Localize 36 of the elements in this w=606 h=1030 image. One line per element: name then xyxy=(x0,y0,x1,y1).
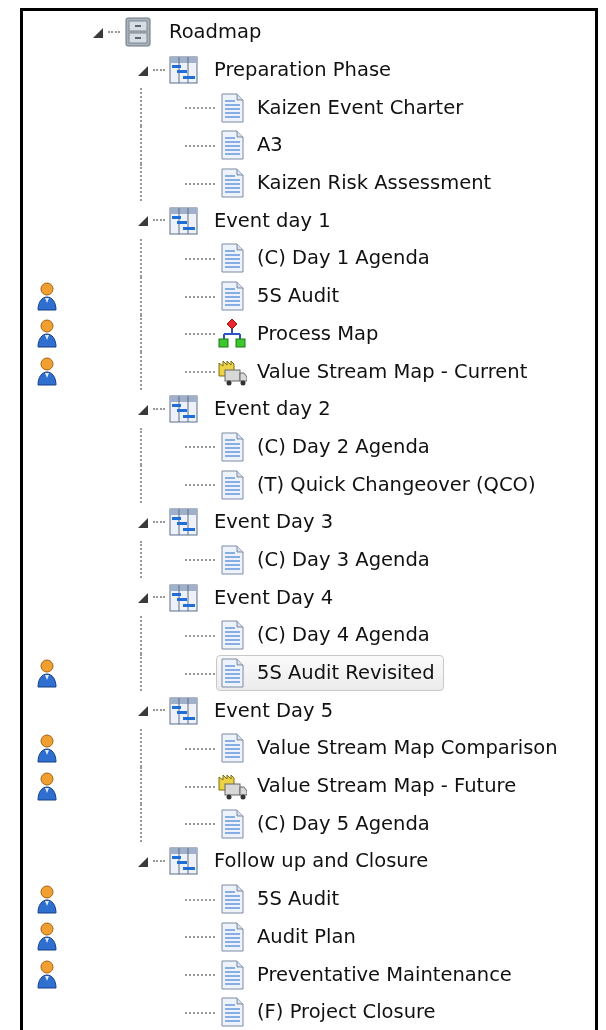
gantt-chart-icon xyxy=(168,694,198,726)
tree-item[interactable]: Event Day 4 xyxy=(167,579,343,616)
tree-item[interactable]: Preventative Maintenance xyxy=(216,956,521,993)
gantt-chart-icon xyxy=(168,581,198,613)
tree-item[interactable]: (C) Day 5 Agenda xyxy=(216,805,439,842)
tree-item[interactable]: (C) Day 1 Agenda xyxy=(216,239,439,276)
flowchart-icon xyxy=(217,317,247,349)
tree-item[interactable]: Event day 1 xyxy=(167,202,340,239)
tree-item[interactable]: (C) Day 2 Agenda xyxy=(216,428,439,465)
gantt-chart-icon xyxy=(168,54,198,86)
tree-item[interactable]: (T) Quick Changeover (QCO) xyxy=(216,466,545,503)
tree-item[interactable]: Audit Plan xyxy=(216,918,365,955)
tree-item[interactable]: 5S Audit xyxy=(216,277,349,314)
tree-item[interactable]: Preparation Phase xyxy=(167,51,401,88)
cabinet-icon xyxy=(123,16,153,48)
tree-item[interactable]: Value Stream Map - Future xyxy=(216,767,526,804)
tree-item[interactable]: Kaizen Risk Assessment xyxy=(216,164,501,201)
tree-item[interactable]: (C) Day 4 Agenda xyxy=(216,616,439,653)
tree-item[interactable]: A3 xyxy=(216,126,292,163)
tree-item[interactable]: Value Stream Map - Current xyxy=(216,353,537,390)
tree-item[interactable]: Value Stream Map Comparison xyxy=(216,729,567,766)
tree-item[interactable]: Follow up and Closure xyxy=(167,842,438,879)
tree-item[interactable]: Process Map xyxy=(216,315,388,352)
gantt-chart-icon xyxy=(168,845,198,877)
tree-item[interactable]: (C) Day 3 Agenda xyxy=(216,541,439,578)
tree-item[interactable]: (F) Project Closure xyxy=(216,993,445,1030)
tree-item[interactable]: 5S Audit xyxy=(216,880,349,917)
gantt-chart-icon xyxy=(168,393,198,425)
tree-item[interactable]: Kaizen Event Charter xyxy=(216,89,473,126)
tree-item[interactable]: Roadmap xyxy=(122,13,271,50)
tree-item[interactable]: 5S Audit Revisited xyxy=(216,654,444,691)
tree-item[interactable]: Event Day 5 xyxy=(167,692,343,729)
gantt-chart-icon xyxy=(168,506,198,538)
tree-item[interactable]: Event Day 3 xyxy=(167,503,343,540)
tree-item[interactable]: Event day 2 xyxy=(167,390,340,427)
gantt-chart-icon xyxy=(168,204,198,236)
